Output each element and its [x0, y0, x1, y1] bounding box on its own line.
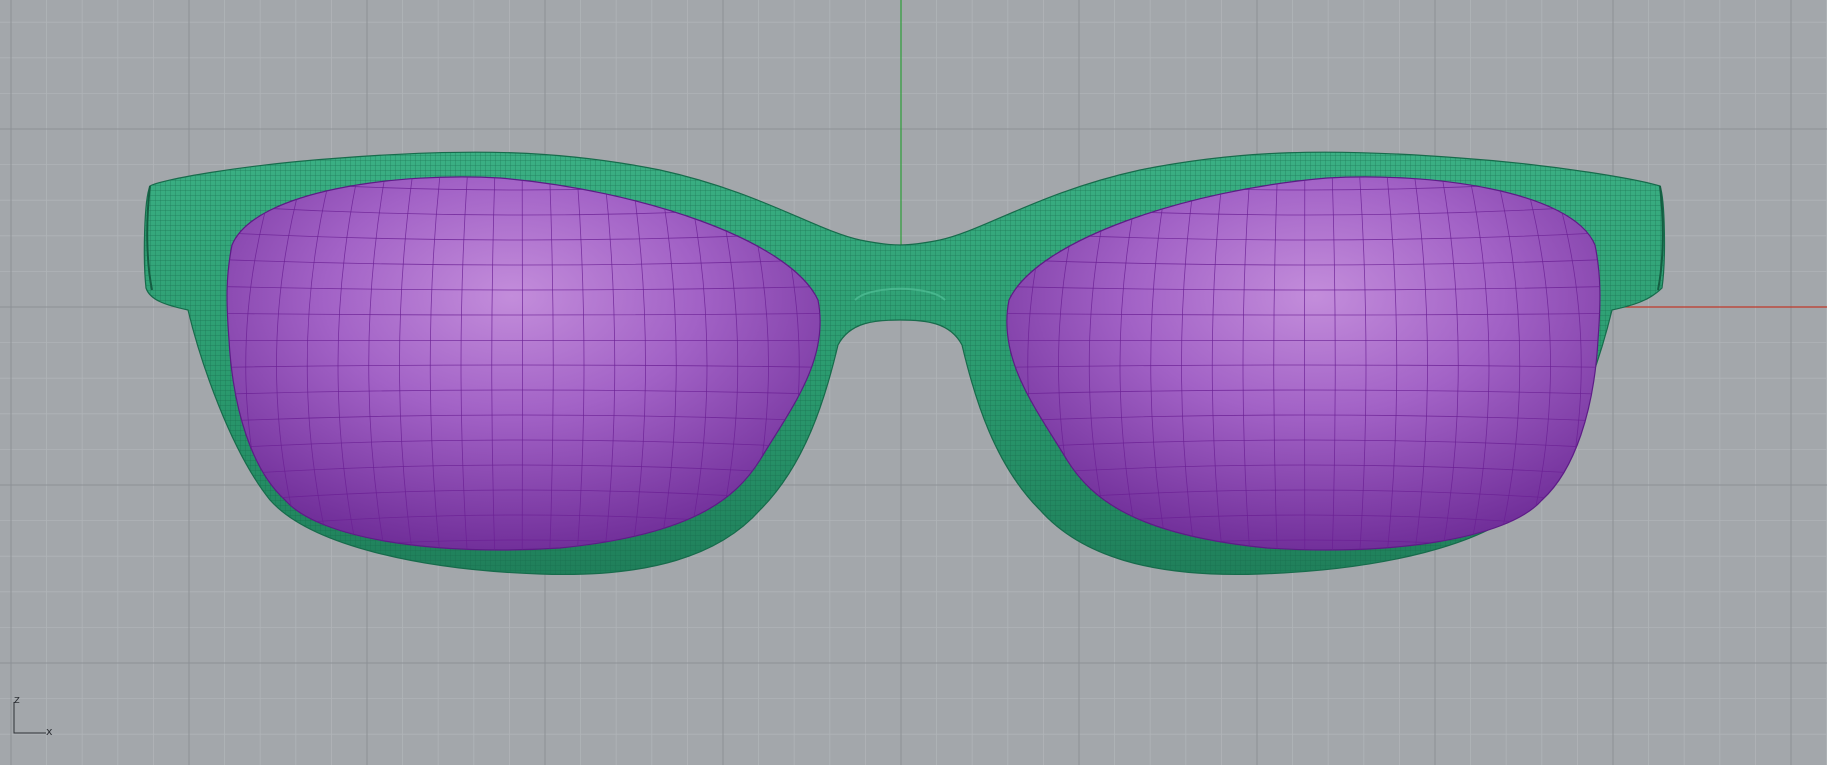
3d-viewport[interactable]: z x [0, 0, 1827, 765]
sunglasses-model[interactable] [143, 151, 1666, 583]
axis-gizmo: z x [13, 693, 53, 738]
viewport-canvas[interactable]: z x [0, 0, 1827, 765]
axis-gizmo-z-label: z [14, 693, 20, 706]
axis-gizmo-x-label: x [46, 725, 53, 738]
